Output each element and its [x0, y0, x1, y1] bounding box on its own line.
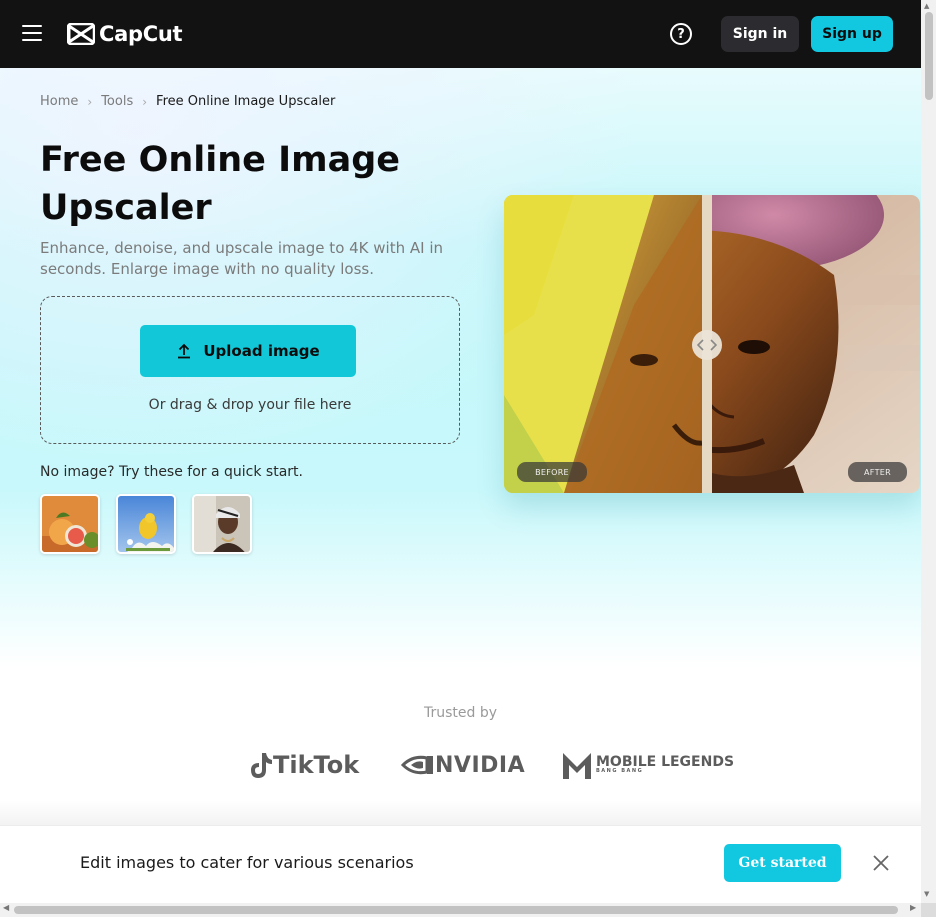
page-subtitle: Enhance, denoise, and upscale image to 4…: [40, 239, 444, 278]
scroll-down-icon[interactable]: ▼: [924, 890, 929, 898]
capcut-logo[interactable]: CapCut: [67, 20, 183, 48]
capcut-logo-icon: [67, 23, 95, 45]
tiktok-wordmark: TikTok: [273, 751, 360, 779]
vertical-scrollbar[interactable]: [921, 0, 936, 903]
upload-image-button[interactable]: Upload image: [140, 325, 356, 377]
help-icon[interactable]: ?: [670, 23, 692, 45]
scroll-right-icon[interactable]: ▶: [910, 903, 916, 912]
compare-handle-icon[interactable]: [692, 330, 722, 360]
close-icon[interactable]: [870, 852, 892, 874]
vertical-scrollbar-thumb[interactable]: [925, 12, 933, 100]
tiktok-icon: [251, 753, 272, 778]
scrollbar-corner: [921, 903, 936, 917]
upload-icon: [178, 343, 191, 359]
logo-text: CapCut: [99, 22, 183, 46]
get-started-button[interactable]: Get started: [724, 844, 841, 882]
quick-start-text: No image? Try these for a quick start.: [40, 464, 303, 480]
breadcrumb-current: Free Online Image Upscaler: [156, 94, 336, 109]
after-badge: AFTER: [848, 462, 907, 482]
menu-icon[interactable]: [22, 25, 42, 43]
mobile-legends-logo: MOBILE LEGENDS BANG BANG: [561, 748, 734, 782]
sample-images: [40, 494, 268, 554]
breadcrumb-home[interactable]: Home: [40, 94, 78, 109]
horizontal-scrollbar-thumb[interactable]: [14, 906, 898, 914]
banner-text: Edit images to cater for various scenari…: [80, 853, 414, 872]
nvidia-icon: [401, 755, 433, 775]
sample-image-citrus[interactable]: [40, 494, 100, 554]
drag-drop-text: Or drag & drop your file here: [148, 397, 352, 413]
chevron-right-icon: ›: [87, 94, 93, 109]
nvidia-wordmark: NVIDIA: [435, 752, 526, 778]
banner-shadow: [0, 800, 921, 826]
tiktok-logo: TikTok: [249, 748, 359, 782]
page-title: Free Online Image Upscaler: [40, 140, 400, 228]
sign-up-button[interactable]: Sign up: [811, 16, 893, 52]
mobile-legends-line2: BANG BANG: [596, 768, 644, 774]
breadcrumb-tools[interactable]: Tools: [101, 94, 133, 109]
trusted-by-label: Trusted by: [423, 705, 498, 721]
mobile-legends-icon: [563, 753, 591, 779]
sample-image-bird[interactable]: [116, 494, 176, 554]
scroll-up-icon[interactable]: ▲: [924, 2, 929, 10]
sign-in-button[interactable]: Sign in: [721, 16, 799, 52]
breadcrumb: Home › Tools › Free Online Image Upscale…: [40, 94, 335, 109]
scroll-left-icon[interactable]: ◀: [3, 903, 9, 912]
before-badge: BEFORE: [517, 462, 587, 482]
nvidia-logo: NVIDIA: [401, 748, 525, 782]
upload-image-label: Upload image: [203, 342, 320, 360]
chevron-right-icon: ›: [142, 94, 148, 109]
sample-image-portrait[interactable]: [192, 494, 252, 554]
